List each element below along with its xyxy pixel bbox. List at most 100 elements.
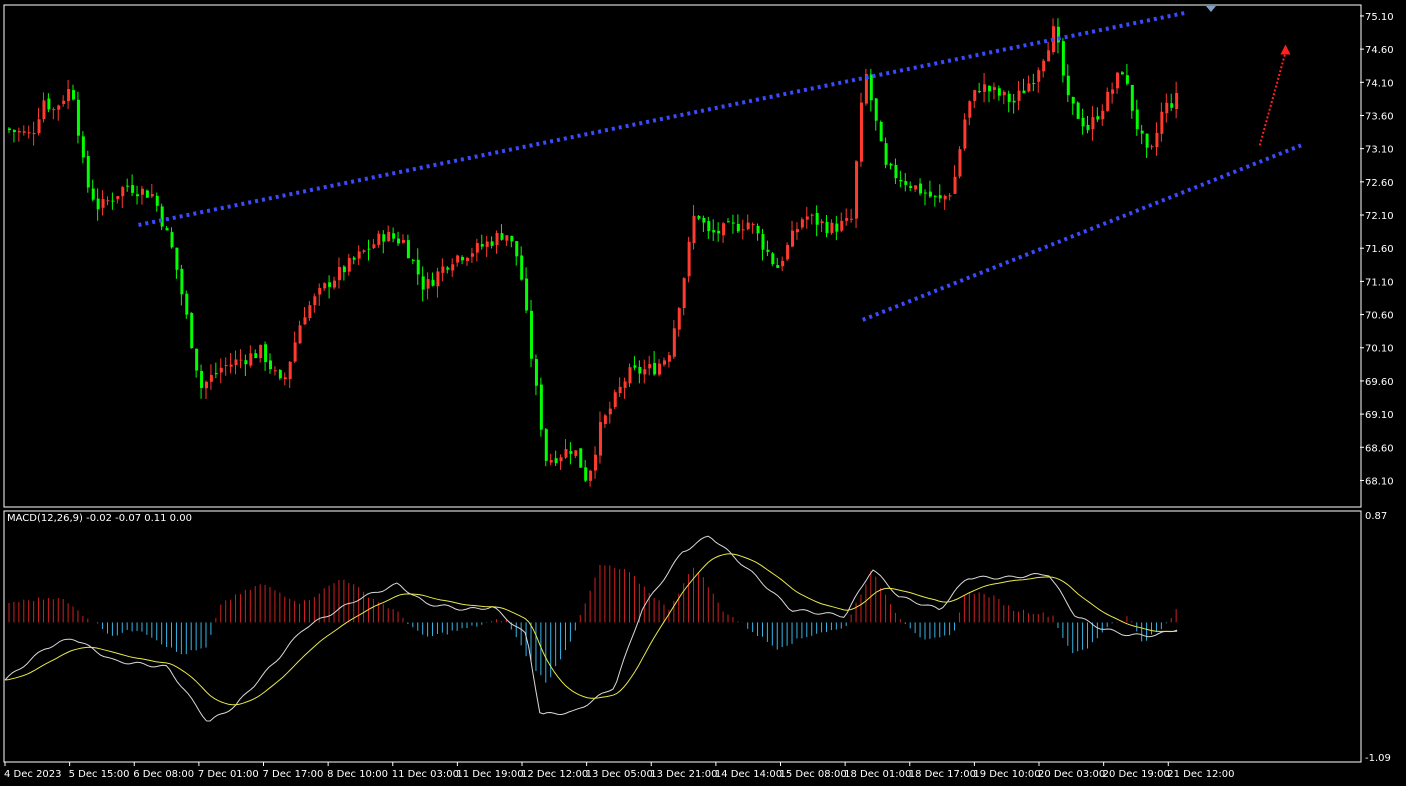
candle-body (968, 101, 972, 118)
candle-body (815, 213, 819, 225)
candle-body (850, 218, 854, 220)
candle-body (520, 255, 524, 280)
candle-body (786, 244, 790, 260)
candle-body (372, 244, 376, 249)
candle-body (672, 328, 676, 357)
candle-body (32, 132, 36, 135)
candle-body (638, 366, 642, 374)
candle-body (781, 260, 785, 267)
price-tick-label: 74.60 (1365, 45, 1394, 56)
candle-body (756, 225, 760, 234)
candle-body (106, 200, 110, 202)
time-tick-label: 19 Dec 10:00 (973, 769, 1040, 780)
candle-body (67, 88, 71, 102)
candle-body (633, 365, 637, 368)
candle-body (244, 360, 248, 365)
candle-body (101, 199, 105, 208)
price-tick-label: 73.10 (1365, 145, 1394, 156)
candle-body (140, 188, 144, 195)
candle-body (264, 344, 268, 363)
candle-body (22, 131, 26, 133)
candle-body (1012, 100, 1016, 103)
candle-body (574, 450, 578, 456)
candle-body (298, 325, 302, 344)
time-tick-label: 4 Dec 2023 (4, 769, 62, 780)
candle-body (988, 86, 992, 92)
candle-body (200, 371, 204, 388)
marker-triangle-icon (1205, 6, 1216, 12)
time-tick-label: 7 Dec 17:00 (263, 769, 324, 780)
candle-body (293, 342, 297, 362)
candle-body (835, 223, 839, 232)
candle-body (1140, 130, 1144, 134)
candle-body (401, 240, 405, 243)
candle-body (953, 176, 957, 194)
candle-body (869, 74, 873, 101)
candle-body (204, 381, 208, 389)
chart-canvas[interactable]: 75.10 74.60 74.10 73.60 73.10 72.60 72.10 71.60… (0, 0, 1406, 786)
candle-body (12, 130, 16, 133)
candle-body (190, 313, 194, 349)
candle-body (1160, 111, 1164, 134)
candle-body (1145, 133, 1149, 148)
candle-body (288, 361, 292, 380)
candle-body (406, 240, 410, 259)
candle-body (515, 241, 519, 257)
candle-body (411, 259, 415, 261)
price-tick-label: 73.60 (1365, 111, 1394, 122)
candle-body (377, 233, 381, 245)
candle-body (96, 198, 100, 210)
candle-body (992, 87, 996, 90)
candle-body (1086, 124, 1090, 131)
time-tick-label: 8 Dec 10:00 (327, 769, 388, 780)
trend-arrow-icon (1258, 52, 1287, 146)
candle-body (37, 119, 41, 134)
candle-body (628, 367, 632, 384)
price-tick-label: 68.60 (1365, 443, 1394, 454)
candle-body (894, 165, 898, 179)
candle-body (1061, 41, 1065, 76)
candle-body (736, 223, 740, 232)
candle-body (958, 149, 962, 177)
candle-body (352, 257, 356, 260)
candle-body (761, 234, 765, 250)
macd-panel[interactable] (3, 510, 1362, 763)
candle-body (983, 84, 987, 92)
candle-body (490, 241, 494, 246)
candle-body (805, 216, 809, 220)
candle-body (116, 196, 120, 200)
channel-upper-line (138, 10, 1187, 227)
candle-body (195, 348, 199, 371)
candle-body (510, 235, 514, 242)
candle-body (170, 232, 174, 248)
candle-body (86, 156, 90, 188)
price-panel[interactable] (3, 4, 1362, 508)
price-tick-label: 70.60 (1365, 311, 1394, 322)
candle-body (1135, 109, 1139, 130)
candle-body (525, 278, 529, 311)
time-tick-label: 7 Dec 01:00 (198, 769, 259, 780)
candle-body (825, 221, 829, 234)
time-tick-label: 15 Dec 08:00 (780, 769, 847, 780)
candle-body (1027, 83, 1031, 92)
time-axis: 4 Dec 2023 5 Dec 15:00 6 Dec 08:00 7 Dec 01… (4, 762, 1235, 780)
candle-body (416, 259, 420, 275)
candle-body (564, 449, 568, 458)
candle-body (397, 238, 401, 244)
candle-body (308, 305, 312, 319)
candle-body (150, 194, 154, 197)
candle-body (1170, 103, 1174, 108)
price-panel-border (3, 4, 1362, 508)
time-tick-label: 20 Dec 03:00 (1038, 769, 1105, 780)
candle-body (436, 271, 440, 287)
candle-body (569, 451, 573, 454)
macd-max-label: 0.87 (1365, 511, 1387, 522)
candle-body (722, 223, 726, 236)
candle-body (648, 364, 652, 369)
candle-body (269, 360, 273, 370)
candle-body (859, 102, 863, 162)
candle-body (214, 373, 218, 375)
candle-body (1106, 91, 1110, 111)
candle-body (209, 375, 213, 382)
candle-body (426, 279, 430, 289)
